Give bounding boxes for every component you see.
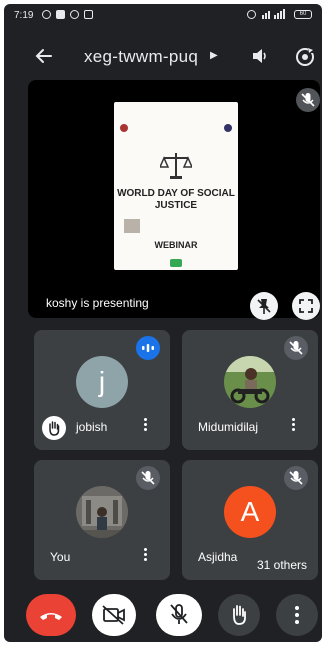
status-time: 7:19 <box>14 10 34 21</box>
mic-toggle-button[interactable] <box>156 594 202 636</box>
mail-icon <box>56 10 65 19</box>
hand-icon <box>42 416 66 440</box>
mic-off-icon <box>136 466 160 490</box>
mic-off-icon <box>170 604 188 624</box>
pin-off-icon[interactable] <box>250 292 278 320</box>
caret-right-icon[interactable]: ▶ <box>210 50 218 61</box>
camera-toggle-button[interactable] <box>92 594 136 636</box>
mic-off-icon <box>284 466 308 490</box>
presentation-tile[interactable]: WORLD DAY OF SOCIAL JUSTICE WEBINAR kosh… <box>28 80 320 320</box>
hand-icon <box>233 605 246 625</box>
participant-tile-midumidilaj[interactable]: Midumidilaj <box>182 330 318 450</box>
mic-off-icon <box>284 336 308 360</box>
speaker-icon[interactable] <box>250 46 270 66</box>
screen-icon <box>84 10 93 19</box>
participant-tile-jobish[interactable]: j jobish <box>34 330 170 450</box>
location-icon <box>70 10 79 19</box>
slide-subtitle: WEBINAR <box>154 240 198 250</box>
phone-end-icon <box>40 613 62 620</box>
end-call-button[interactable] <box>26 594 76 636</box>
speaking-indicator-icon <box>136 336 160 360</box>
camera-off-icon <box>102 605 125 625</box>
status-system-icons: 60 <box>247 9 312 19</box>
more-vert-icon[interactable] <box>144 548 148 562</box>
participant-tile-you[interactable]: You <box>34 460 170 580</box>
more-vert-icon[interactable] <box>292 418 296 432</box>
avatar <box>224 356 276 408</box>
call-controls <box>4 594 322 640</box>
participant-name: Asjidha <box>198 550 238 564</box>
status-notification-icons <box>42 10 93 19</box>
avatar: A <box>224 486 276 538</box>
more-vert-icon[interactable] <box>144 418 148 432</box>
signal-icon <box>262 9 285 19</box>
college-header-text <box>120 124 232 129</box>
others-count-button[interactable]: 31 others <box>250 554 314 576</box>
mic-off-icon <box>296 88 320 112</box>
participant-name: jobish <box>76 420 108 434</box>
back-arrow-icon[interactable] <box>34 46 54 66</box>
meeting-code[interactable]: xeg-twwm-puq <box>84 47 198 67</box>
meet-call-screen: 7:19 60 xeg-twwm-puq ▶ WORLD DAY OF SOCI… <box>4 4 322 642</box>
camera-flip-icon[interactable] <box>294 46 316 68</box>
participant-name: You <box>50 550 71 564</box>
record-icon <box>42 10 51 19</box>
raise-hand-button[interactable] <box>218 594 260 636</box>
status-bar: 7:19 60 <box>4 4 322 28</box>
more-vert-icon <box>295 606 299 624</box>
avatar: j <box>76 356 128 408</box>
avatar <box>76 486 128 538</box>
google-meet-logo <box>170 259 182 267</box>
meeting-top-bar: xeg-twwm-puq ▶ <box>4 36 322 76</box>
presented-slide: WORLD DAY OF SOCIAL JUSTICE WEBINAR <box>114 102 238 270</box>
participant-name: Midumidilaj <box>198 420 259 434</box>
speaker-photo <box>124 219 140 233</box>
fullscreen-icon[interactable] <box>292 292 320 320</box>
alarm-icon <box>247 9 256 19</box>
justice-scales-icon <box>160 153 192 179</box>
battery-icon: 60 <box>294 9 312 19</box>
presenter-label: koshy is presenting <box>46 296 149 310</box>
more-options-button[interactable] <box>276 594 318 636</box>
slide-headline: WORLD DAY OF SOCIAL JUSTICE <box>117 188 235 211</box>
